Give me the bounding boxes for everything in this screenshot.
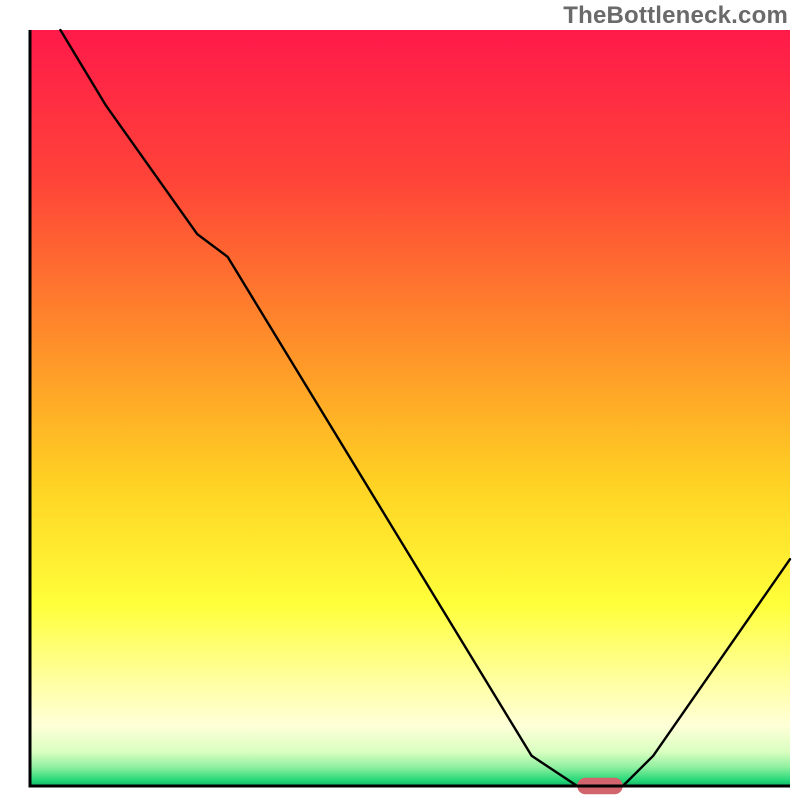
chart-background bbox=[30, 30, 790, 786]
watermark-label: TheBottleneck.com bbox=[563, 2, 788, 30]
bottleneck-chart bbox=[0, 0, 800, 800]
chart-stage: TheBottleneck.com bbox=[0, 0, 800, 800]
